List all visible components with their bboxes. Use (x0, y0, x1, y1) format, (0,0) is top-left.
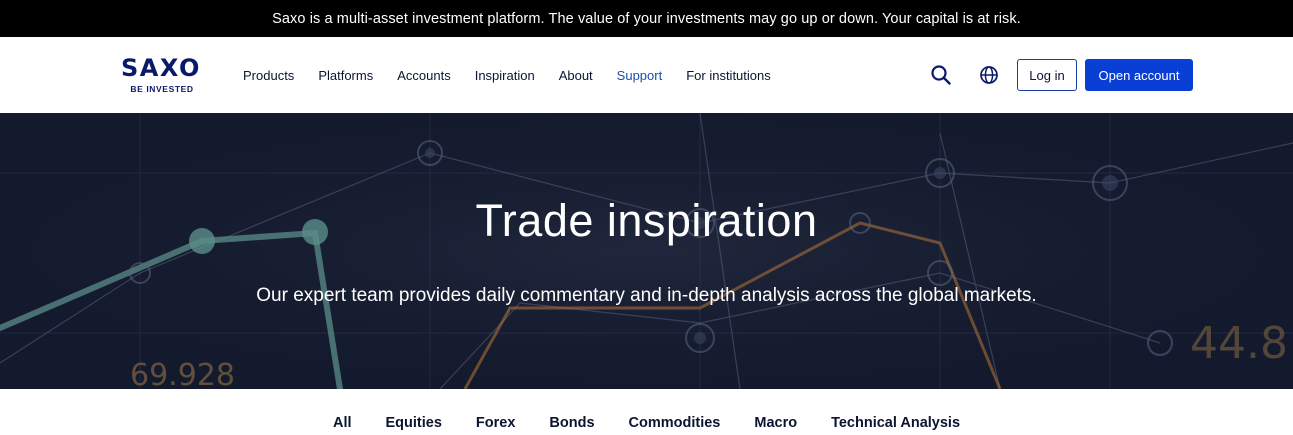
tab-all[interactable]: All (333, 389, 352, 435)
svg-text:44.8: 44.8 (1190, 318, 1288, 369)
nav-item-inspiration[interactable]: Inspiration (475, 68, 535, 83)
top-navigation: SAXO BE INVESTED Products Platforms Acco… (0, 37, 1293, 113)
hero-subtitle: Our expert team provides daily commentar… (256, 285, 1037, 306)
nav-item-platforms[interactable]: Platforms (318, 68, 373, 83)
globe-icon[interactable] (977, 63, 1001, 87)
tab-macro[interactable]: Macro (754, 389, 797, 435)
risk-warning-banner: Saxo is a multi-asset investment platfor… (0, 0, 1293, 37)
tab-bonds[interactable]: Bonds (549, 389, 594, 435)
nav-item-about[interactable]: About (559, 68, 593, 83)
market-chart-background: 69.928 44.8 (0, 113, 1293, 389)
tab-forex[interactable]: Forex (476, 389, 516, 435)
category-filter-tabs: All Equities Forex Bonds Commodities Mac… (0, 389, 1293, 435)
logo-wordmark: SAXO (121, 54, 201, 82)
tab-technical-analysis[interactable]: Technical Analysis (831, 389, 960, 435)
hero-banner: 69.928 44.8 Trade inspiration Our expert… (0, 113, 1293, 389)
logo-tagline: BE INVESTED (130, 84, 194, 94)
risk-warning-text: Saxo is a multi-asset investment platfor… (272, 10, 1021, 27)
svg-text:69.928: 69.928 (130, 358, 235, 389)
nav-item-support[interactable]: Support (617, 68, 663, 83)
nav-item-products[interactable]: Products (243, 68, 294, 83)
nav-item-accounts[interactable]: Accounts (397, 68, 450, 83)
open-account-button[interactable]: Open account (1085, 59, 1193, 91)
search-icon[interactable] (929, 63, 953, 87)
saxo-logo[interactable]: SAXO BE INVESTED (121, 55, 205, 97)
tab-commodities[interactable]: Commodities (629, 389, 721, 435)
hero-title: Trade inspiration (475, 195, 818, 246)
login-button[interactable]: Log in (1017, 59, 1077, 91)
tab-equities[interactable]: Equities (386, 389, 442, 435)
main-nav: Products Platforms Accounts Inspiration … (243, 37, 795, 113)
nav-item-for-institutions[interactable]: For institutions (686, 68, 771, 83)
